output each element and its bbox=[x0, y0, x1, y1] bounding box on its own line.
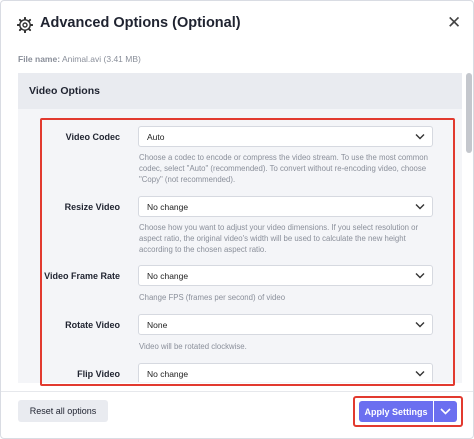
resize-video-label: Resize Video bbox=[64, 202, 120, 212]
dialog-title: Advanced Options (Optional) bbox=[40, 15, 241, 31]
apply-options-dropdown-button[interactable] bbox=[434, 401, 457, 422]
chevron-down-icon bbox=[415, 134, 425, 140]
frame-rate-help: Change FPS (frames per second) of video bbox=[139, 293, 286, 302]
rotate-video-help: Video will be rotated clockwise. bbox=[139, 342, 247, 351]
reset-all-options-button[interactable]: Reset all options bbox=[18, 400, 108, 422]
flip-video-label: Flip Video bbox=[77, 369, 120, 379]
chevron-down-icon bbox=[440, 408, 451, 415]
video-codec-help: Choose a codec to encode or compress the… bbox=[139, 153, 428, 184]
resize-video-value: No change bbox=[147, 202, 189, 212]
chevron-down-icon bbox=[415, 322, 425, 328]
advanced-options-dialog: Advanced Options (Optional) ✕ File name:… bbox=[0, 0, 474, 439]
rotate-video-select[interactable]: None bbox=[138, 314, 433, 335]
file-name-value: Animal.avi (3.41 MB) bbox=[61, 54, 141, 64]
chevron-down-icon bbox=[415, 204, 425, 210]
dialog-header: Advanced Options (Optional) ✕ bbox=[1, 1, 473, 49]
apply-settings-button[interactable]: Apply Settings bbox=[359, 401, 433, 422]
scrollbar-thumb[interactable] bbox=[466, 73, 472, 153]
chevron-down-icon bbox=[415, 371, 425, 377]
section-title: Video Options bbox=[29, 85, 100, 97]
flip-video-select[interactable]: No change bbox=[138, 363, 433, 382]
video-codec-value: Auto bbox=[147, 132, 165, 142]
video-codec-label: Video Codec bbox=[65, 132, 120, 142]
flip-video-value: No change bbox=[147, 369, 189, 379]
video-codec-select[interactable]: Auto bbox=[138, 126, 433, 147]
gear-icon bbox=[17, 17, 33, 33]
resize-video-select[interactable]: No change bbox=[138, 196, 433, 217]
file-name-label: File name: bbox=[18, 54, 61, 64]
footer-divider bbox=[1, 391, 473, 392]
frame-rate-value: No change bbox=[147, 271, 189, 281]
frame-rate-select[interactable]: No change bbox=[138, 265, 433, 286]
section-header: Video Options bbox=[18, 73, 462, 109]
rotate-video-value: None bbox=[147, 320, 168, 330]
chevron-down-icon bbox=[415, 273, 425, 279]
resize-video-help: Choose how you want to adjust your video… bbox=[139, 223, 419, 254]
file-name-line: File name: Animal.avi (3.41 MB) bbox=[18, 54, 141, 64]
apply-settings-highlight: Apply Settings bbox=[353, 396, 463, 427]
rotate-video-label: Rotate Video bbox=[65, 320, 120, 330]
close-icon[interactable]: ✕ bbox=[447, 14, 461, 31]
frame-rate-label: Video Frame Rate bbox=[44, 271, 120, 281]
